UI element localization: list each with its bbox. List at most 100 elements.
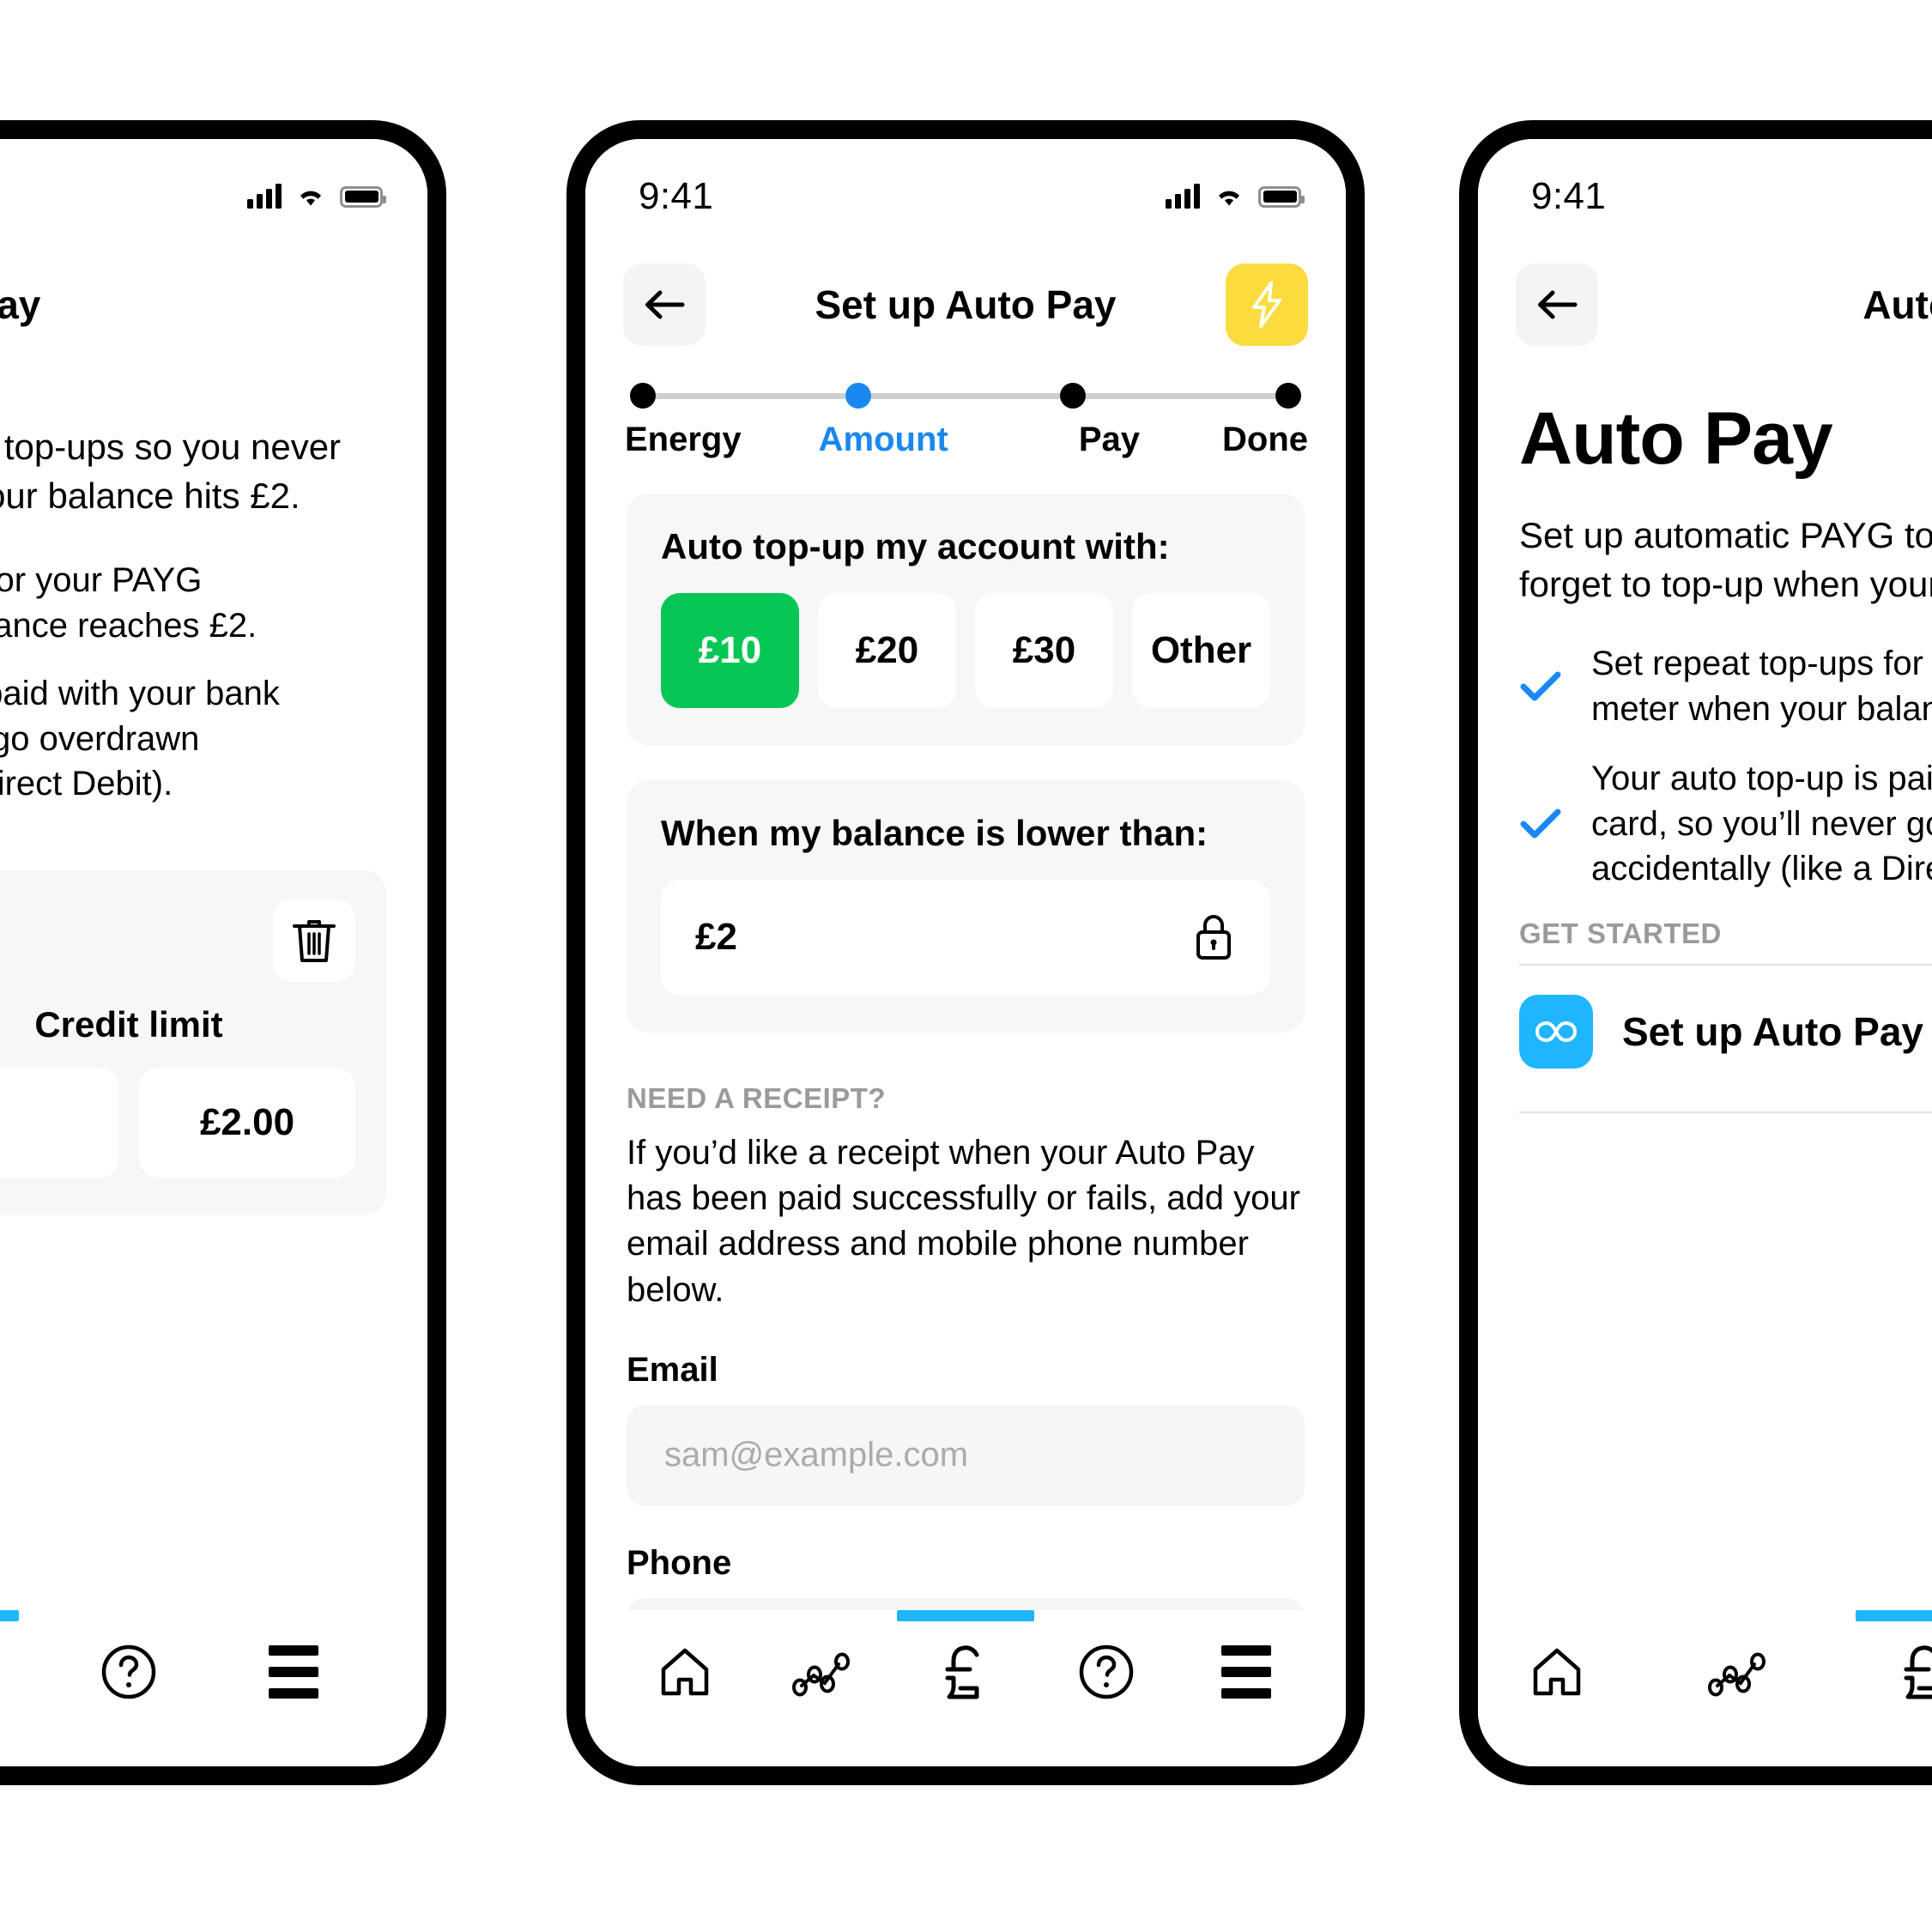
progress-stepper: Energy Amount Pay Done (585, 348, 1346, 459)
tab-menu[interactable] (254, 1632, 333, 1711)
wifi-icon (295, 185, 326, 209)
back-arrow-icon (1538, 290, 1578, 319)
right-screen-content: Auto Pay Set up automatic PAYG top-u for… (1478, 397, 1932, 1114)
tab-help[interactable] (89, 1632, 168, 1711)
receipt-section-label: NEED A RECEIPT? (627, 1082, 887, 1114)
delete-button[interactable] (273, 899, 355, 983)
tab-help[interactable] (1067, 1632, 1146, 1711)
usage-chart-icon (792, 1652, 851, 1697)
page-title: Auto Pay (1862, 282, 1932, 327)
lede-paragraph: Set up automatic PAYG top-u forget to to… (1519, 515, 1932, 605)
status-icons (247, 184, 386, 209)
back-button[interactable] (1516, 263, 1598, 346)
stepper-label-done: Done (1222, 421, 1309, 458)
phone-frame-middle: 9:41 Set up Auto Pay Energy Amount Pay D… (566, 120, 1365, 1785)
signal-bars-icon (247, 184, 282, 209)
tab-home[interactable] (645, 1632, 724, 1711)
tab-row (0, 1610, 427, 1711)
stepper-label-amount: Amount (818, 421, 948, 458)
tab-row (1478, 1610, 1932, 1711)
stepper-dot-pay[interactable] (1060, 383, 1087, 409)
battery-icon (1258, 185, 1305, 208)
tab-bar (1478, 1610, 1932, 1766)
back-button[interactable] (623, 263, 706, 346)
phone-frame-right: 9:41 Auto Pay Auto Pay Set up automatic … (1459, 120, 1932, 1785)
topup-options-row: £10 £20 £30 Other (661, 593, 1270, 708)
tab-pound[interactable] (0, 1610, 19, 1711)
signal-bars-icon (1166, 184, 1200, 209)
stepper-label-pay: Pay (1078, 421, 1140, 458)
screen-left: Auto Pay c PAYG top-ups so you never whe… (0, 139, 427, 1766)
help-circle-icon (101, 1644, 156, 1699)
infinity-icon (1519, 995, 1593, 1069)
topup-option-10[interactable]: £10 (661, 593, 799, 708)
home-icon (661, 1648, 709, 1696)
tab-home[interactable] (1517, 1632, 1596, 1711)
intro-paragraph: c PAYG top-ups so you never when your ba… (0, 427, 342, 517)
credit-limit-option[interactable] (0, 1068, 118, 1178)
list-item-label: Set up Auto Pay (1622, 1009, 1923, 1055)
stepper-label-energy: Energy (625, 421, 742, 458)
tab-row (585, 1610, 1346, 1711)
phone-label: Phone (627, 1543, 732, 1582)
nav-bar: Auto Pay (1478, 221, 1932, 348)
active-tab-indicator (0, 1610, 19, 1621)
help-circle-icon (1079, 1644, 1133, 1699)
tab-menu[interactable] (1207, 1632, 1286, 1711)
topup-option-30[interactable]: £30 (975, 593, 1113, 708)
tab-pound[interactable] (1856, 1610, 1932, 1711)
stepper-labels: Energy Amount Pay Done (625, 421, 1308, 459)
middle-screen-content: Auto top-up my account with: £10 £20 £30… (585, 494, 1346, 1699)
lock-icon (1196, 915, 1231, 960)
usage-chart-icon (1708, 1652, 1765, 1697)
list-item: op-ups for your PAYG your balance reache… (0, 561, 257, 645)
email-input[interactable]: sam@example.com (627, 1404, 1305, 1506)
topup-amount-card: Auto top-up my account with: £10 £20 £30… (627, 494, 1305, 746)
credit-limit-row: £2.00 (0, 1068, 355, 1178)
hamburger-menu-icon (1221, 1645, 1272, 1699)
topup-option-20[interactable]: £20 (818, 593, 956, 708)
list-item-set-up-auto-pay[interactable]: Set up Auto Pay (1519, 966, 1932, 1098)
status-bar: 9:41 (1478, 139, 1932, 221)
stepper-dot-done[interactable] (1275, 383, 1302, 409)
stepper-dot-amount[interactable] (845, 383, 871, 409)
pound-icon (1904, 1645, 1932, 1699)
tab-pound[interactable] (896, 1610, 1034, 1711)
tab-usage[interactable] (1701, 1632, 1780, 1711)
screen-middle: 9:41 Set up Auto Pay Energy Amount Pay D… (585, 139, 1346, 1766)
trash-icon (293, 920, 336, 963)
stepper-dot-energy[interactable] (630, 383, 656, 409)
topup-card-title: Auto top-up my account with: (661, 526, 1170, 566)
receipt-description: If you’d like a receipt when your Auto P… (627, 1134, 1300, 1309)
list-item: Set repeat top-ups for yo meter when you… (1519, 641, 1932, 732)
list-item-text: Your auto top-up is paid card, so you’ll… (1591, 759, 1932, 888)
boost-button[interactable] (1226, 263, 1308, 346)
status-bar: 9:41 (585, 139, 1346, 221)
credit-limit-value[interactable]: £2.00 (139, 1068, 355, 1178)
home-icon (1533, 1648, 1581, 1696)
check-icon (1519, 807, 1562, 841)
lightning-bolt-icon (1252, 282, 1281, 328)
status-time: 9:41 (639, 175, 714, 217)
email-label: Email (627, 1350, 718, 1389)
screen-right: 9:41 Auto Pay Auto Pay Set up automatic … (1478, 139, 1932, 1766)
credit-limit-card: Credit limit £2.00 (0, 870, 386, 1216)
topup-option-other[interactable]: Other (1132, 593, 1270, 708)
list-item: Your auto top-up is paid card, so you’ll… (1519, 756, 1932, 892)
tab-bar (585, 1610, 1346, 1766)
status-bar (0, 139, 427, 221)
active-tab-indicator (896, 1610, 1034, 1621)
screenshot-canvas: Auto Pay c PAYG top-ups so you never whe… (0, 0, 1932, 1932)
status-time: 9:41 (1531, 175, 1607, 217)
hamburger-menu-icon (269, 1645, 318, 1699)
stepper-bar (656, 392, 845, 399)
check-icon (1519, 669, 1562, 704)
stepper-bar (1086, 392, 1276, 399)
divider (1519, 1111, 1932, 1114)
threshold-value-field[interactable]: £2 (661, 880, 1270, 995)
left-screen-content: c PAYG top-ups so you never when your ba… (0, 422, 427, 1216)
back-arrow-icon (645, 290, 685, 319)
phone-frame-left: Auto Pay c PAYG top-ups so you never whe… (0, 120, 446, 1785)
balance-threshold-card: When my balance is lower than: £2 (627, 780, 1305, 1033)
tab-usage[interactable] (785, 1632, 864, 1711)
